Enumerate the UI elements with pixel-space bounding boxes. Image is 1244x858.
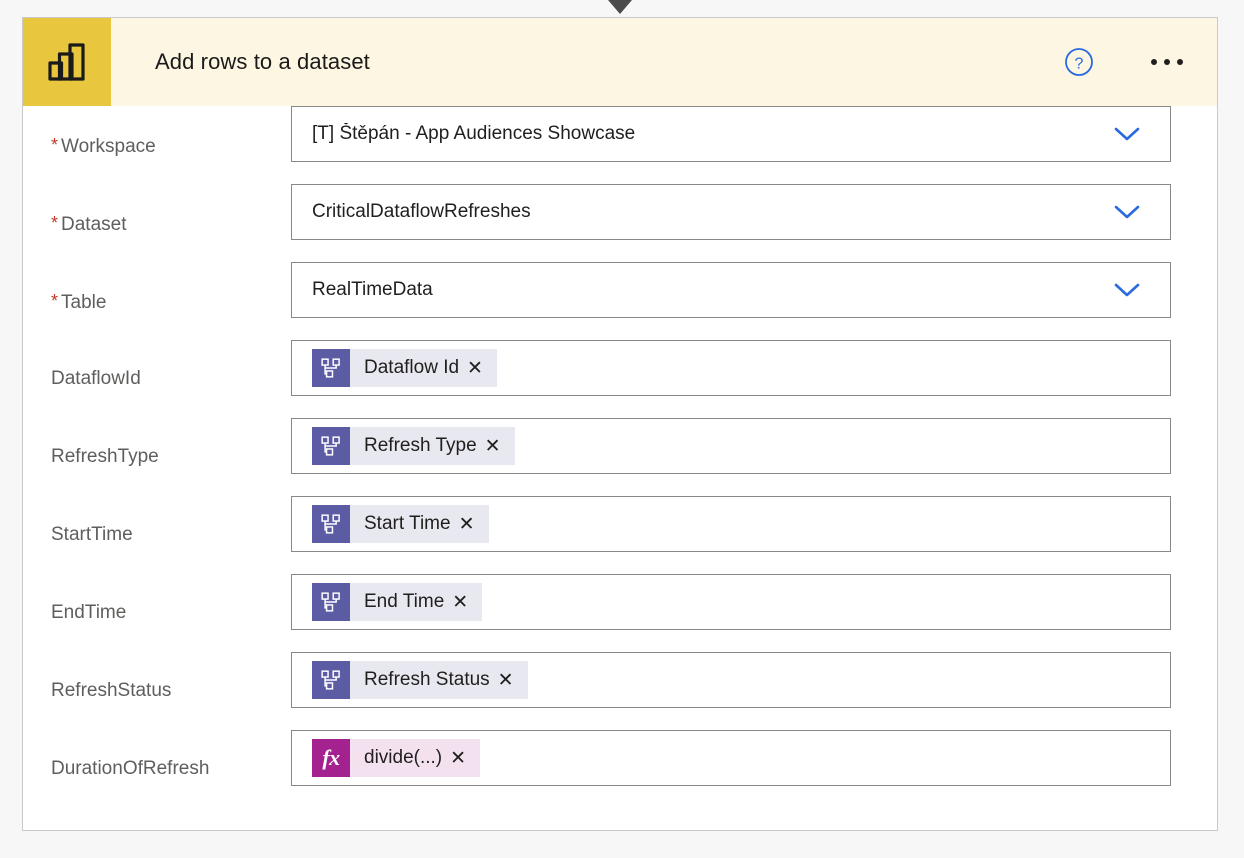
field-label-text: EndTime bbox=[51, 602, 127, 623]
more-dot-3 bbox=[1177, 59, 1183, 65]
field-label-starttime: StartTime bbox=[23, 496, 291, 574]
field-control-refreshstatus: Refresh Status ✕ bbox=[291, 652, 1171, 708]
field-row-dataflowid: DataflowId Dataflow Id ✕ bbox=[23, 340, 1217, 418]
field-row-endtime: EndTime End Time ✕ bbox=[23, 574, 1217, 652]
token-input-refreshstatus[interactable]: Refresh Status ✕ bbox=[291, 652, 1171, 708]
token-label-starttime: Start Time bbox=[364, 513, 451, 534]
token-label-dataflowid: Dataflow Id bbox=[364, 357, 460, 378]
field-row-durationofrefresh: DurationOfRefresh fx divide(...) ✕ bbox=[23, 730, 1217, 808]
field-control-dataflowid: Dataflow Id ✕ bbox=[291, 340, 1171, 396]
token-remove-icon[interactable]: ✕ bbox=[483, 437, 515, 456]
chevron-down-icon[interactable] bbox=[1114, 126, 1140, 142]
field-label-refreshtype: RefreshType bbox=[23, 418, 291, 496]
field-row-dataset: * Dataset CriticalDataflowRefreshes bbox=[23, 184, 1217, 262]
svg-text:?: ? bbox=[1075, 56, 1084, 73]
field-control-refreshtype: Refresh Type ✕ bbox=[291, 418, 1171, 474]
field-label-refreshstatus: RefreshStatus bbox=[23, 652, 291, 730]
field-label-text: RefreshType bbox=[51, 446, 159, 467]
token-remove-icon[interactable]: ✕ bbox=[496, 671, 528, 690]
token-label-refreshstatus: Refresh Status bbox=[364, 669, 490, 690]
field-label-dataflowid: DataflowId bbox=[23, 340, 291, 418]
more-dot-1 bbox=[1151, 59, 1157, 65]
field-row-workspace: * Workspace [T] Štěpán - App Audiences Sho… bbox=[23, 106, 1217, 184]
action-card-body: * Workspace [T] Štěpán - App Audiences Sho… bbox=[23, 106, 1217, 808]
field-label-text: RefreshStatus bbox=[51, 680, 172, 701]
token-starttime[interactable]: Start Time ✕ bbox=[312, 505, 489, 543]
action-title: Add rows to a dataset bbox=[155, 49, 370, 74]
dropdown-table[interactable]: RealTimeData bbox=[291, 262, 1171, 318]
dynamic-content-node-icon bbox=[312, 349, 350, 387]
token-label-refreshtype: Refresh Type bbox=[364, 435, 477, 456]
field-label-text: Workspace bbox=[61, 136, 156, 157]
dropdown-workspace[interactable]: [T] Štěpán - App Audiences Showcase bbox=[291, 106, 1171, 162]
token-remove-icon[interactable]: ✕ bbox=[457, 515, 489, 534]
dynamic-content-node-icon bbox=[312, 583, 350, 621]
dynamic-content-node-icon bbox=[312, 427, 350, 465]
token-remove-icon[interactable]: ✕ bbox=[448, 749, 480, 768]
fx-glyph: fx bbox=[322, 745, 340, 770]
field-label-text: DurationOfRefresh bbox=[51, 758, 210, 779]
token-endtime[interactable]: End Time ✕ bbox=[312, 583, 483, 621]
more-horizontal-icon[interactable] bbox=[1145, 46, 1189, 78]
token-refreshstatus[interactable]: Refresh Status ✕ bbox=[312, 661, 528, 699]
token-label-durationofrefresh: divide(...) bbox=[364, 747, 443, 768]
field-control-dataset: CriticalDataflowRefreshes bbox=[291, 184, 1171, 240]
field-label-text: DataflowId bbox=[51, 368, 141, 389]
field-control-starttime: Start Time ✕ bbox=[291, 496, 1171, 552]
dropdown-value-dataset: CriticalDataflowRefreshes bbox=[312, 201, 531, 222]
field-row-refreshtype: RefreshType Refresh Type ✕ bbox=[23, 418, 1217, 496]
chevron-down-icon[interactable] bbox=[1114, 204, 1140, 220]
power-bi-icon bbox=[23, 18, 111, 106]
dynamic-content-node-icon bbox=[312, 505, 350, 543]
function-fx-icon: fx bbox=[312, 739, 350, 777]
field-label-dataset: * Dataset bbox=[23, 184, 291, 264]
token-dataflowid[interactable]: Dataflow Id ✕ bbox=[312, 349, 497, 387]
required-asterisk: * bbox=[51, 291, 59, 311]
field-label-text: StartTime bbox=[51, 524, 133, 545]
field-label-table: * Table bbox=[23, 262, 291, 342]
chevron-down-icon[interactable] bbox=[1114, 282, 1140, 298]
token-input-durationofrefresh[interactable]: fx divide(...) ✕ bbox=[291, 730, 1171, 786]
required-asterisk: * bbox=[51, 135, 59, 155]
field-control-table: RealTimeData bbox=[291, 262, 1171, 318]
field-label-text: Dataset bbox=[61, 214, 127, 235]
field-label-text: Table bbox=[61, 292, 107, 313]
dropdown-dataset[interactable]: CriticalDataflowRefreshes bbox=[291, 184, 1171, 240]
field-label-endtime: EndTime bbox=[23, 574, 291, 652]
action-card-add-rows-to-a-dataset[interactable]: Add rows to a dataset ? * Workspace [T] Št… bbox=[22, 17, 1218, 831]
token-refreshtype[interactable]: Refresh Type ✕ bbox=[312, 427, 515, 465]
field-row-refreshstatus: RefreshStatus Refresh Status ✕ bbox=[23, 652, 1217, 730]
token-label-endtime: End Time bbox=[364, 591, 445, 612]
field-control-workspace: [T] Štěpán - App Audiences Showcase bbox=[291, 106, 1171, 162]
field-control-endtime: End Time ✕ bbox=[291, 574, 1171, 630]
arrow-down-icon bbox=[601, 0, 639, 16]
dropdown-value-workspace: [T] Štěpán - App Audiences Showcase bbox=[312, 123, 636, 144]
token-remove-icon[interactable]: ✕ bbox=[465, 359, 497, 378]
dynamic-content-node-icon bbox=[312, 661, 350, 699]
flow-designer-canvas: Add rows to a dataset ? * Workspace [T] Št… bbox=[0, 0, 1244, 858]
token-durationofrefresh[interactable]: fx divide(...) ✕ bbox=[312, 739, 481, 777]
action-card-header[interactable]: Add rows to a dataset ? bbox=[23, 18, 1217, 106]
token-remove-icon[interactable]: ✕ bbox=[450, 593, 482, 612]
field-label-workspace: * Workspace bbox=[23, 106, 291, 186]
field-row-starttime: StartTime Start Time ✕ bbox=[23, 496, 1217, 574]
token-input-refreshtype[interactable]: Refresh Type ✕ bbox=[291, 418, 1171, 474]
token-input-dataflowid[interactable]: Dataflow Id ✕ bbox=[291, 340, 1171, 396]
field-label-durationofrefresh: DurationOfRefresh bbox=[23, 730, 291, 808]
required-asterisk: * bbox=[51, 213, 59, 233]
token-input-starttime[interactable]: Start Time ✕ bbox=[291, 496, 1171, 552]
help-circle-icon[interactable]: ? bbox=[1063, 46, 1095, 78]
token-input-endtime[interactable]: End Time ✕ bbox=[291, 574, 1171, 630]
dropdown-value-table: RealTimeData bbox=[312, 279, 433, 300]
more-dot-2 bbox=[1164, 59, 1170, 65]
field-control-durationofrefresh: fx divide(...) ✕ bbox=[291, 730, 1171, 786]
field-row-table: * Table RealTimeData bbox=[23, 262, 1217, 340]
